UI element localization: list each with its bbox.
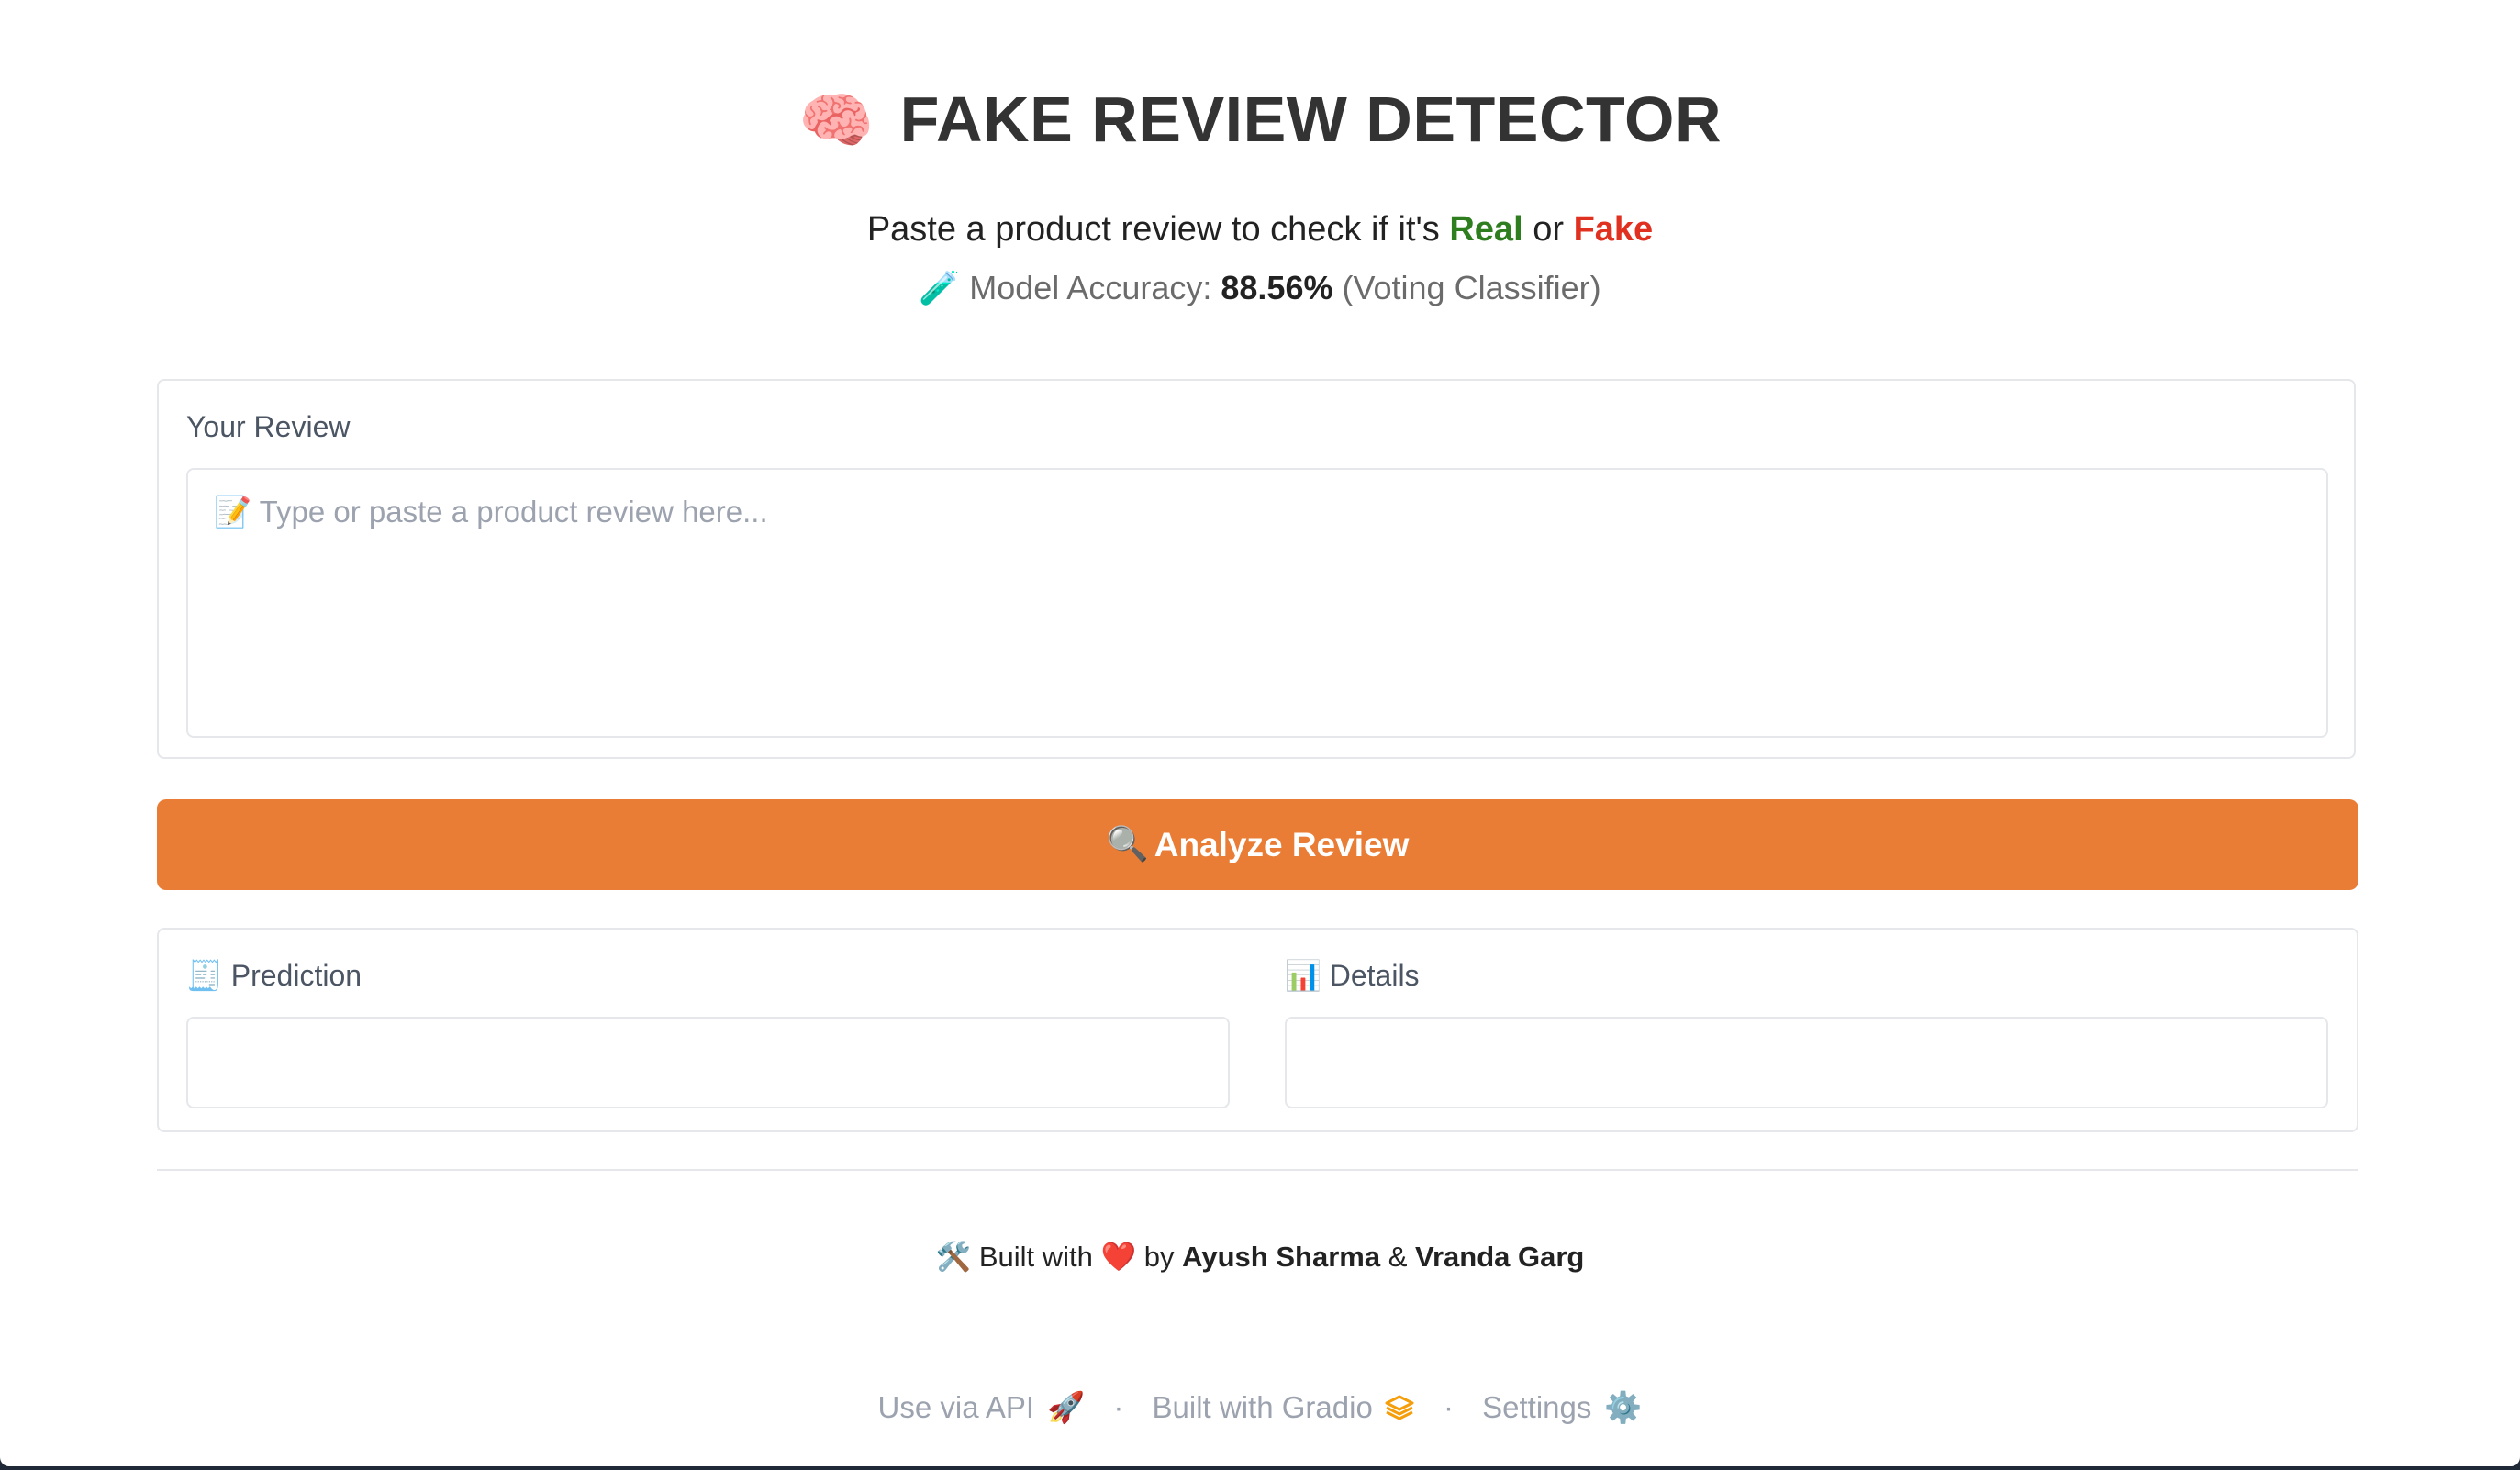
- output-panel: 🧾 Prediction 📊 Details: [157, 928, 2358, 1132]
- built-with-gradio-link[interactable]: Built with Gradio: [1153, 1390, 1415, 1424]
- settings-link[interactable]: Settings ⚙️: [1482, 1390, 1642, 1424]
- app-window: 🧠 FAKE REVIEW DETECTOR Paste a product r…: [0, 0, 2520, 1466]
- prediction-label-row: 🧾 Prediction: [186, 957, 362, 994]
- bar-chart-icon: 📊: [1285, 959, 1321, 992]
- gear-icon: ⚙️: [1604, 1390, 1643, 1424]
- accuracy-value: 88.56%: [1221, 269, 1333, 306]
- magnifier-icon: 🔍: [1106, 825, 1149, 863]
- details-output[interactable]: [1285, 1017, 2328, 1108]
- accuracy-label: Model Accuracy:: [969, 269, 1212, 306]
- tools-icon: 🛠️: [935, 1241, 972, 1273]
- receipt-icon: 🧾: [186, 959, 223, 992]
- credits: 🛠️ Built with ❤️ by Ayush Sharma & Vrand…: [0, 1237, 2520, 1277]
- test-tube-icon: 🧪: [919, 269, 961, 306]
- brain-icon: 🧠: [797, 86, 875, 154]
- analyze-button-label: Analyze Review: [1154, 825, 1410, 863]
- subtitle: Paste a product review to check if it's …: [0, 204, 2520, 255]
- analyze-review-button[interactable]: 🔍 Analyze Review: [157, 799, 2358, 890]
- model-accuracy: 🧪 Model Accuracy: 88.56% (Voting Classif…: [0, 262, 2520, 314]
- built-with-text: Built with: [978, 1241, 1093, 1273]
- use-via-api-link[interactable]: Use via API 🚀: [878, 1390, 1086, 1424]
- heart-icon: ❤️: [1100, 1241, 1137, 1273]
- prediction-label: Prediction: [230, 959, 362, 992]
- footer: Use via API 🚀 · Built with Gradio · Setti…: [0, 1384, 2520, 1435]
- fake-label: Fake: [1573, 210, 1654, 249]
- author-2: Vranda Garg: [1415, 1241, 1585, 1273]
- review-input[interactable]: 📝 Type or paste a product review here...: [186, 468, 2328, 738]
- subtitle-or: or: [1533, 210, 1564, 249]
- review-panel: Your Review 📝 Type or paste a product re…: [157, 379, 2356, 759]
- footer-separator: ·: [1443, 1390, 1454, 1424]
- rocket-icon: 🚀: [1047, 1390, 1086, 1424]
- header: 🧠 FAKE REVIEW DETECTOR: [0, 81, 2520, 159]
- divider: [157, 1169, 2358, 1171]
- page-title: 🧠 FAKE REVIEW DETECTOR: [0, 81, 2520, 159]
- real-label: Real: [1449, 210, 1523, 249]
- footer-separator: ·: [1113, 1390, 1124, 1424]
- settings-label: Settings: [1482, 1390, 1592, 1424]
- gradio-label: Built with Gradio: [1152, 1390, 1373, 1424]
- accuracy-model: (Voting Classifier): [1342, 269, 1601, 306]
- review-label: Your Review: [186, 410, 351, 443]
- prediction-output[interactable]: [186, 1017, 1230, 1108]
- api-label: Use via API: [877, 1390, 1035, 1424]
- gradio-logo-icon: [1384, 1387, 1415, 1435]
- details-label: Details: [1329, 959, 1420, 992]
- details-label-row: 📊 Details: [1285, 957, 1420, 994]
- subtitle-prefix: Paste a product review to check if it's: [866, 210, 1440, 249]
- page-title-text: FAKE REVIEW DETECTOR: [899, 84, 1723, 155]
- by-text: by: [1143, 1241, 1175, 1273]
- ampersand: &: [1388, 1241, 1408, 1273]
- author-1: Ayush Sharma: [1182, 1241, 1381, 1273]
